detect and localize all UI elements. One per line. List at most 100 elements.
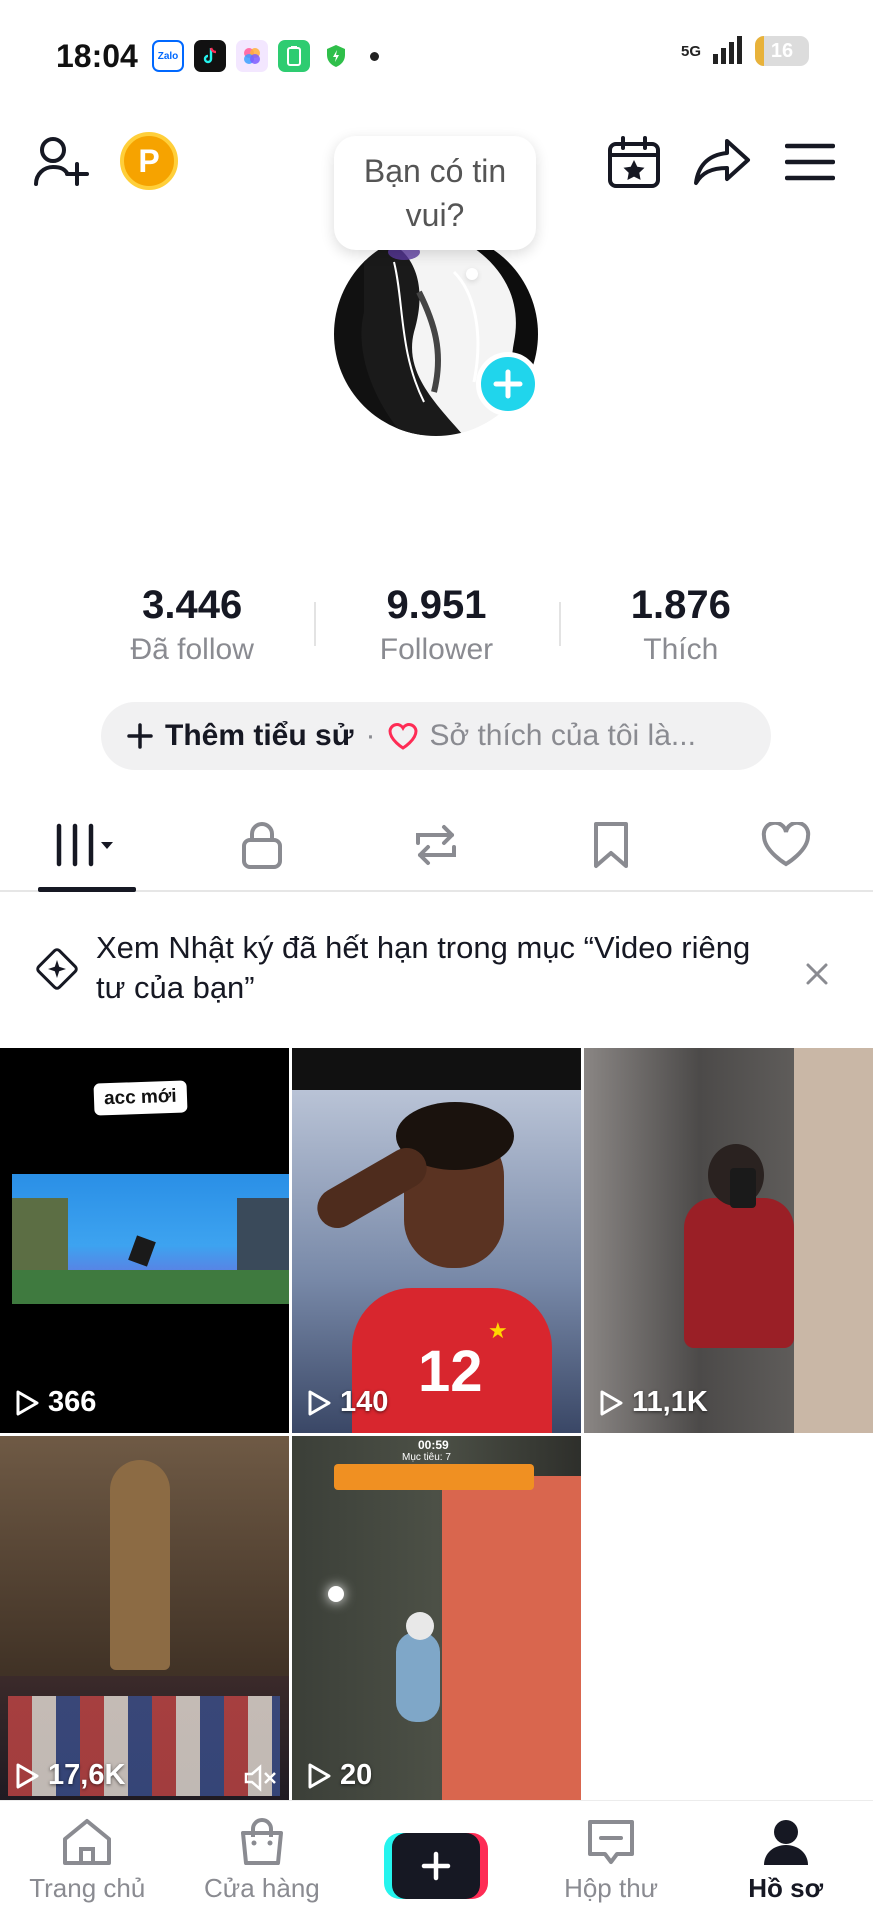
signal-icon [713,36,742,64]
bio-pill[interactable]: Thêm tiểu sử · Sở thích của tôi là... [101,702,771,770]
stat-label: Thích [643,633,719,666]
stat-label: Follower [379,633,494,666]
view-count-value: 20 [340,1759,373,1791]
view-count: 20 [306,1759,372,1792]
share-arrow-icon [694,139,750,185]
status-bar: 18:04 Zalo 5G 16 [0,0,873,110]
bottom-navigation: Trang chủ Cửa hàng Hộp thư Hồ sơ [0,1800,873,1920]
interests-hint[interactable]: Sở thích của tôi là... [387,719,696,753]
grid-icon [57,823,114,867]
video-preview [584,1048,873,1433]
create-icon [422,1851,451,1880]
share-profile-button[interactable] [690,130,754,194]
heart-icon [388,723,418,750]
battery-level: 16 [770,39,794,62]
jersey-number: 12 [418,1339,483,1404]
status-notification-icons: Zalo [152,40,379,72]
tab-favorites[interactable] [524,800,699,890]
video-thumbnail[interactable]: acc mới 366 [0,1048,289,1433]
repost-icon [416,825,457,865]
video-grid: acc mới 366 ★ 12 140 11,1K 17,6K 00:59 M… [0,1048,873,1806]
view-count: 366 [14,1386,96,1419]
notice-text: Xem Nhật ký đã hết hạn trong mục “Video … [96,930,751,1005]
status-system-icons: 5G 16 [681,36,809,66]
video-thumbnail[interactable]: 11,1K [584,1048,873,1433]
stat-likes[interactable]: 1.876 Thích [558,582,803,672]
add-friend-button[interactable] [30,130,94,194]
video-preview: 00:59 Mục tiêu: 7 [292,1436,581,1806]
coin-badge[interactable]: P [120,132,178,190]
flag-star-icon: ★ [488,1318,508,1343]
profile-icon [763,1820,808,1865]
create-button[interactable] [384,1832,489,1899]
video-caption: acc mới [93,1080,188,1116]
calendar-button[interactable] [602,130,666,194]
battery-app-icon [278,40,310,72]
view-count-value: 11,1K [632,1386,708,1418]
expired-stories-notice[interactable]: Xem Nhật ký đã hết hạn trong mục “Video … [0,918,873,1038]
stat-value: 1.876 [630,583,731,627]
sparkle-calendar-icon [36,948,78,990]
stat-value: 9.951 [386,583,487,627]
home-icon [63,1819,112,1865]
add-bio-button[interactable]: Thêm tiểu sử [127,719,353,753]
plus-icon [127,723,153,749]
nav-inbox[interactable]: Hộp thư [524,1801,699,1920]
tab-videos[interactable] [0,800,175,890]
video-thumbnail[interactable]: ★ 12 140 [292,1048,581,1433]
tab-private[interactable] [175,800,350,890]
video-preview [0,1436,289,1806]
video-preview: ★ 12 [292,1048,581,1433]
bio-separator: · [365,719,376,752]
gallery-app-icon [236,40,268,72]
view-count: 140 [306,1386,388,1419]
calendar-star-icon [608,136,660,188]
game-timer: 00:59 [418,1438,449,1452]
hamburger-menu-icon [785,143,835,181]
play-icon [16,1390,39,1415]
nav-home[interactable]: Trang chủ [0,1801,175,1920]
nav-label: Trang chủ [29,1873,146,1903]
inbox-icon [588,1820,635,1864]
stat-followers[interactable]: 9.951 Follower [314,582,558,672]
video-thumbnail[interactable]: 00:59 Mục tiêu: 7 20 [292,1436,581,1806]
stat-label: Đã follow [130,633,254,666]
zalo-icon: Zalo [152,40,184,72]
plus-icon [493,369,523,399]
play-icon [308,1390,331,1415]
video-preview: acc mới [0,1048,289,1433]
coin-label: P [138,142,160,179]
heart-outline-icon [761,822,810,867]
stat-following[interactable]: 3.446 Đã follow [70,582,314,672]
profile-stats: 3.446 Đã follow 9.951 Follower 1.876 Thí… [70,582,803,672]
battery-indicator: 16 [755,36,809,66]
tab-reposts[interactable] [349,800,524,890]
tiktok-icon [194,40,226,72]
play-icon [600,1390,623,1415]
nav-shop[interactable]: Cửa hàng [175,1801,350,1920]
bubble-tail [466,268,478,280]
play-icon [16,1763,39,1788]
video-thumbnail[interactable]: 17,6K [0,1436,289,1806]
play-icon [308,1763,331,1788]
status-time: 18:04 [56,38,138,74]
status-bubble[interactable]: Bạn có tin vui? [334,136,536,250]
bookmark-icon [594,822,629,868]
notice-close-button[interactable] [797,954,837,994]
stat-value: 3.446 [142,583,243,627]
avatar-add-button[interactable] [476,352,540,416]
add-bio-label: Thêm tiểu sử [165,719,354,752]
nav-profile[interactable]: Hồ sơ [698,1801,873,1920]
lock-icon [241,822,282,869]
shop-icon [240,1818,283,1865]
view-count-value: 17,6K [48,1759,126,1791]
more-notifications-dot [370,51,379,61]
nav-label: Cửa hàng [204,1873,320,1903]
menu-button[interactable] [778,130,842,194]
tab-liked[interactable] [698,800,873,890]
network-type: 5G [680,42,701,60]
view-count: 17,6K [14,1759,125,1792]
nav-label: Hồ sơ [748,1873,824,1903]
view-count-value: 140 [340,1386,389,1418]
nav-create[interactable] [349,1801,524,1920]
